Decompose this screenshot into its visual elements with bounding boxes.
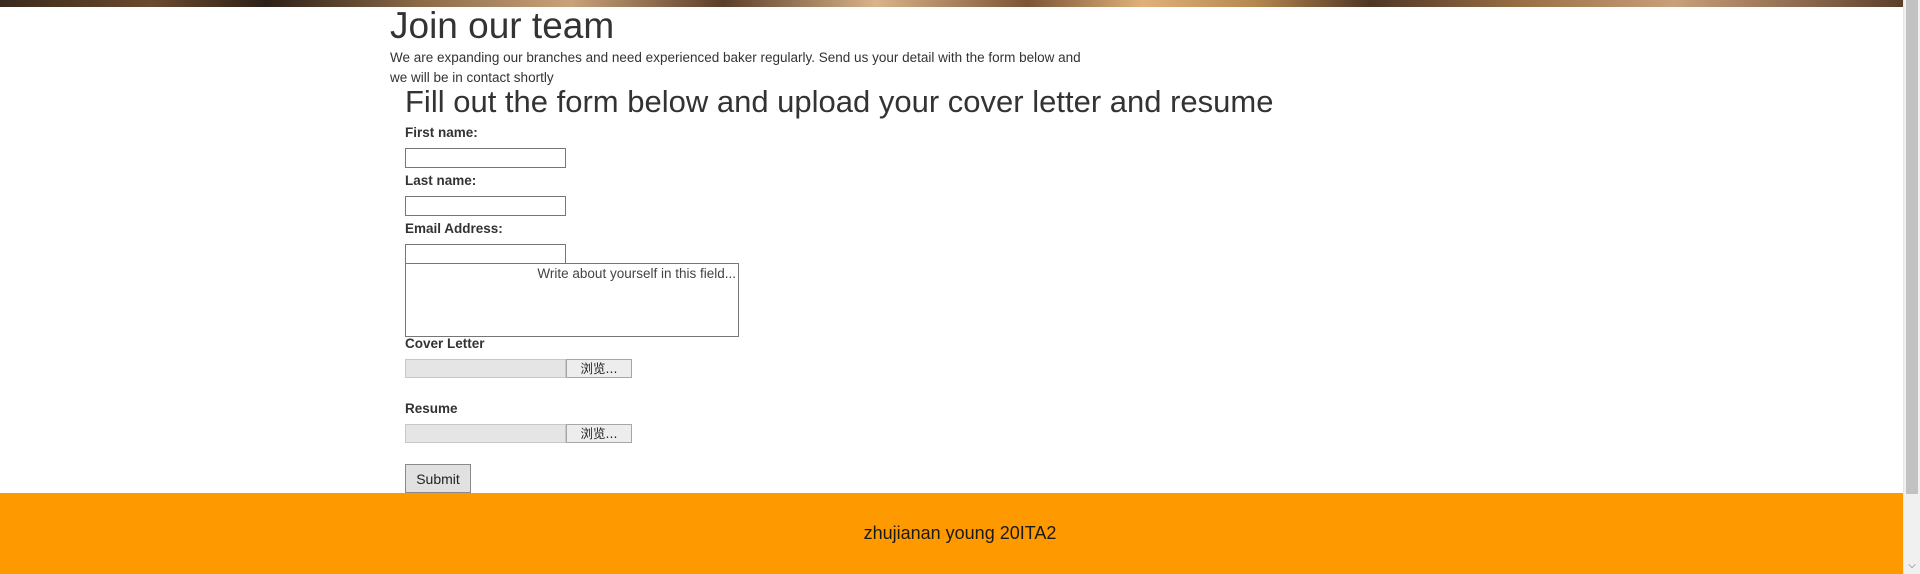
email-input[interactable] bbox=[405, 244, 566, 264]
footer-text: zhujianan young 20ITA2 bbox=[863, 523, 1057, 543]
cover-letter-file-name-box[interactable] bbox=[405, 359, 566, 378]
last-name-input[interactable] bbox=[405, 196, 566, 216]
page-title: Join our team bbox=[390, 5, 615, 46]
header-banner-image bbox=[0, 0, 1903, 7]
cover-letter-file-input[interactable]: 浏览... bbox=[405, 359, 634, 378]
resume-browse-button[interactable]: 浏览... bbox=[566, 424, 632, 443]
footer: zhujianan young 20ITA2 bbox=[0, 493, 1903, 574]
page-viewport: Join our team We are expanding our branc… bbox=[0, 0, 1903, 574]
cover-letter-browse-button[interactable]: 浏览... bbox=[566, 359, 632, 378]
email-label: Email Address: bbox=[405, 221, 503, 236]
resume-file-input[interactable]: 浏览... bbox=[405, 424, 634, 443]
chevron-down-icon[interactable]: ⌵ bbox=[1904, 557, 1920, 574]
about-yourself-textarea[interactable] bbox=[405, 263, 739, 337]
resume-file-name-box[interactable] bbox=[405, 424, 566, 443]
cover-letter-label: Cover Letter bbox=[405, 336, 485, 351]
first-name-input[interactable] bbox=[405, 148, 566, 168]
submit-button[interactable]: Submit bbox=[405, 464, 471, 493]
last-name-label: Last name: bbox=[405, 173, 477, 188]
form-heading: Fill out the form below and upload your … bbox=[405, 84, 1274, 119]
vertical-scrollbar[interactable]: ⌵ bbox=[1903, 0, 1920, 574]
first-name-label: First name: bbox=[405, 125, 478, 140]
resume-label: Resume bbox=[405, 401, 458, 416]
scrollbar-thumb[interactable] bbox=[1906, 0, 1918, 494]
